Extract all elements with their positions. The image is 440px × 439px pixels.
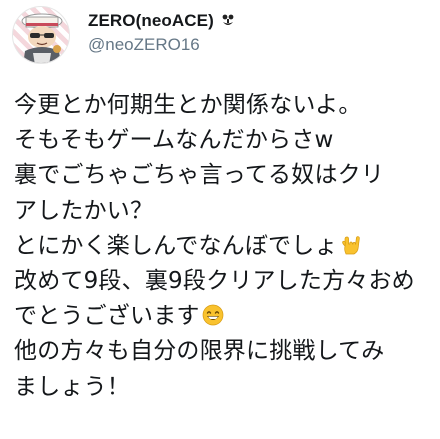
tweet-line-text: ましょう！ — [14, 373, 130, 400]
username[interactable]: @neoZERO16 — [88, 35, 236, 55]
tweet-line: そもそもゲームなんだからさw — [14, 123, 434, 158]
tweet-line: 他の方々も自分の限界に挑戦してみ — [14, 334, 434, 369]
display-name-row: ZERO(neoACE) — [88, 10, 236, 32]
display-name[interactable]: ZERO(neoACE) — [88, 11, 214, 31]
tweet-line-text: 改めて9段、裏9段クリアした方々おめ — [14, 267, 415, 294]
tweet-line: 裏でごちゃごちゃ言ってる奴はクリ — [14, 158, 434, 193]
tweet-line: アしたかい？ — [14, 194, 434, 229]
avatar-illustration-icon — [21, 13, 63, 63]
tweet-line-text: とにかく楽しんでなんぼでしょ — [14, 232, 338, 259]
tweet-line: 改めて9段、裏9段クリアした方々おめ — [14, 264, 434, 299]
tweet-line-text: 今更とか何期生とか関係ないよ。 — [14, 92, 362, 118]
tweet-line: とにかく楽しんでなんぼでしょ — [14, 229, 434, 264]
tweet-line-text: でとうございます — [14, 303, 200, 330]
sign-of-horns-emoji-icon — [340, 232, 362, 255]
tweet-text: 今更とか何期生とか関係ないよ。 そもそもゲームなんだからさw 裏でごちゃごちゃ言… — [14, 88, 434, 405]
tweet-line-text: アしたかい？ — [14, 197, 154, 224]
grinning-face-emoji-icon — [202, 302, 224, 326]
tweet-line-text: そもそもゲームなんだからさw — [14, 127, 334, 154]
tweet-line-text: 他の方々も自分の限界に挑戦してみ — [14, 338, 385, 365]
gang-sign-emoji-icon — [220, 13, 236, 29]
tweet-line: でとうございます — [14, 299, 434, 334]
tweet-line-text: 裏でごちゃごちゃ言ってる奴はクリ — [14, 162, 385, 189]
author-names: ZERO(neoACE) @neoZERO16 — [88, 10, 236, 55]
avatar[interactable] — [12, 6, 70, 64]
tweet-header: ZERO(neoACE) @neoZERO16 — [12, 6, 432, 64]
tweet-line: 今更とか何期生とか関係ないよ。 — [14, 88, 434, 123]
tweet: ZERO(neoACE) @neoZERO16 今更とか何期生とか関係ないよ。 … — [0, 0, 440, 439]
tweet-line: ましょう！ — [14, 370, 434, 405]
